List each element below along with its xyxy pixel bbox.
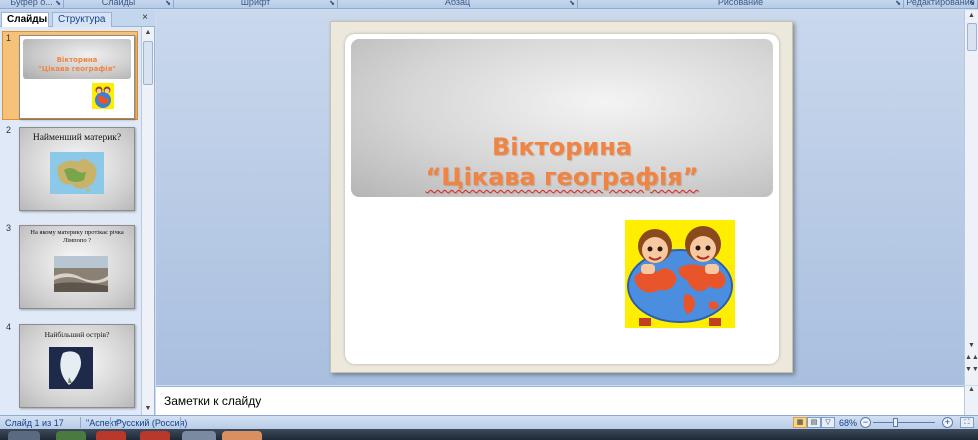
slide-canvas: Вікторина “Цікава географія” [345, 34, 779, 364]
dialog-launcher-icon[interactable]: ⬊ [329, 0, 335, 8]
slide-editor-area: Вікторина “Цікава географія” ▲ ▼ ▲▲ ▼▼ [156, 10, 978, 385]
zoom-slider-track[interactable] [873, 422, 935, 423]
greenland-map-image [49, 347, 93, 389]
taskbar-item[interactable] [56, 431, 86, 440]
thumbnail-title: Найменший материк? [32, 133, 122, 143]
slideshow-view-button[interactable]: ▽ [821, 417, 835, 428]
ribbon-group-label: Редактирование ⬊ [904, 0, 978, 8]
normal-view-button[interactable]: ▦ [793, 417, 807, 428]
slide-thumbnail-1[interactable]: Вікторина "Цікава географія" [19, 35, 135, 119]
taskbar-item[interactable] [222, 431, 262, 440]
scroll-up-icon[interactable]: ▲ [965, 10, 978, 22]
status-bar: Слайд 1 из 17 "Аспект" Русский (Россия) … [0, 415, 978, 429]
tab-slides[interactable]: Слайды [1, 12, 49, 27]
thumbnail-scrollbar[interactable]: ▲ ▼ [141, 27, 154, 415]
notes-pane[interactable]: Заметки к слайду [156, 386, 964, 415]
kids-globe-image [92, 83, 114, 109]
slide-title[interactable]: Вікторина “Цікава географія” [345, 132, 779, 192]
divider [180, 417, 181, 428]
zoom-out-button[interactable]: − [860, 417, 871, 428]
slide-thumbnail-2[interactable]: Найменший материк? [19, 127, 135, 211]
zoom-level[interactable]: 68% [839, 417, 857, 429]
ribbon-group-label: Рисование ⬊ [578, 0, 904, 8]
slide-title-line-2: “Цікава географія” [425, 163, 699, 191]
taskbar-item[interactable] [8, 431, 40, 440]
thumbnail-number: 3 [6, 223, 12, 233]
slide-thumbnail-3[interactable]: На якому материку протікає річка Лімпопо… [19, 225, 135, 309]
language-indicator[interactable]: Русский (Россия) [116, 417, 187, 429]
next-slide-icon[interactable]: ▼▼ [965, 364, 978, 376]
thumbnail-number: 4 [6, 322, 12, 332]
dialog-launcher-icon[interactable]: ⬊ [165, 0, 171, 8]
notes-placeholder: Заметки к слайду [164, 394, 262, 408]
scrollbar-thumb[interactable] [143, 41, 153, 85]
tab-outline[interactable]: Структура [52, 12, 112, 27]
previous-slide-icon[interactable]: ▲▲ [965, 352, 978, 364]
limpopo-river-image [54, 256, 108, 292]
australia-map-image [50, 152, 104, 194]
taskbar-item[interactable] [140, 431, 170, 440]
taskbar-item[interactable] [96, 431, 126, 440]
fit-to-window-button[interactable]: ⛶ [960, 417, 974, 428]
slide-title-line-1: Вікторина [492, 133, 632, 161]
panel-tabs: Слайды Структура × [0, 10, 155, 27]
zoom-in-button[interactable]: + [942, 417, 953, 428]
thumbnail-title: Найбільший острів? [44, 330, 110, 339]
divider [110, 417, 111, 428]
scrollbar-thumb[interactable] [967, 23, 977, 51]
scroll-down-icon[interactable]: ▼ [965, 340, 978, 352]
slide-scrollbar[interactable]: ▲ ▼ ▲▲ ▼▼ [964, 10, 978, 385]
slide-counter: Слайд 1 из 17 [5, 418, 64, 428]
notes-scrollbar[interactable]: ▲ [964, 386, 978, 415]
close-icon[interactable]: × [139, 12, 151, 24]
zoom-slider-handle[interactable] [893, 418, 898, 427]
ribbon-group-label: Шрифт ⬊ [174, 0, 338, 8]
scroll-up-icon[interactable]: ▲ [142, 27, 154, 39]
dialog-launcher-icon[interactable]: ⬊ [55, 0, 61, 8]
thumbnail-number: 2 [6, 125, 12, 135]
slide-thumbnail-list: 1 Вікторина "Цікава географія" 2 Найменш… [0, 27, 141, 415]
thumbnail-title: Вікторина [56, 56, 98, 64]
slides-panel: Слайды Структура × 1 Вікторина "Цікава г… [0, 10, 155, 415]
ribbon-group-bar: Буфер о... ⬊ Слайды ⬊ Шрифт ⬊ Абзац ⬊ Рисование ⬊… [0, 0, 978, 9]
slide-sorter-view-button[interactable]: ▤ [807, 417, 821, 428]
dialog-launcher-icon[interactable]: ⬊ [569, 0, 575, 8]
scroll-down-icon[interactable]: ▼ [142, 403, 154, 415]
thumbnail-number: 1 [6, 33, 12, 43]
dialog-launcher-icon[interactable]: ⬊ [969, 0, 975, 8]
ribbon-group-label: Слайды ⬊ [64, 0, 174, 8]
kids-globe-image[interactable] [625, 220, 735, 328]
slide-thumbnail-4[interactable]: Найбільший острів? [19, 324, 135, 408]
thumbnail-title: На якому материку протікає річка Лімпопо… [30, 229, 124, 244]
os-taskbar [0, 429, 978, 440]
divider [80, 417, 81, 428]
current-slide[interactable]: Вікторина “Цікава географія” [330, 21, 793, 373]
dialog-launcher-icon[interactable]: ⬊ [895, 0, 901, 8]
thumbnail-subtitle: "Цікава географія" [38, 65, 116, 73]
taskbar-item[interactable] [182, 431, 216, 440]
ribbon-group-label: Абзац ⬊ [338, 0, 578, 8]
ribbon-group-label: Буфер о... ⬊ [0, 0, 64, 8]
